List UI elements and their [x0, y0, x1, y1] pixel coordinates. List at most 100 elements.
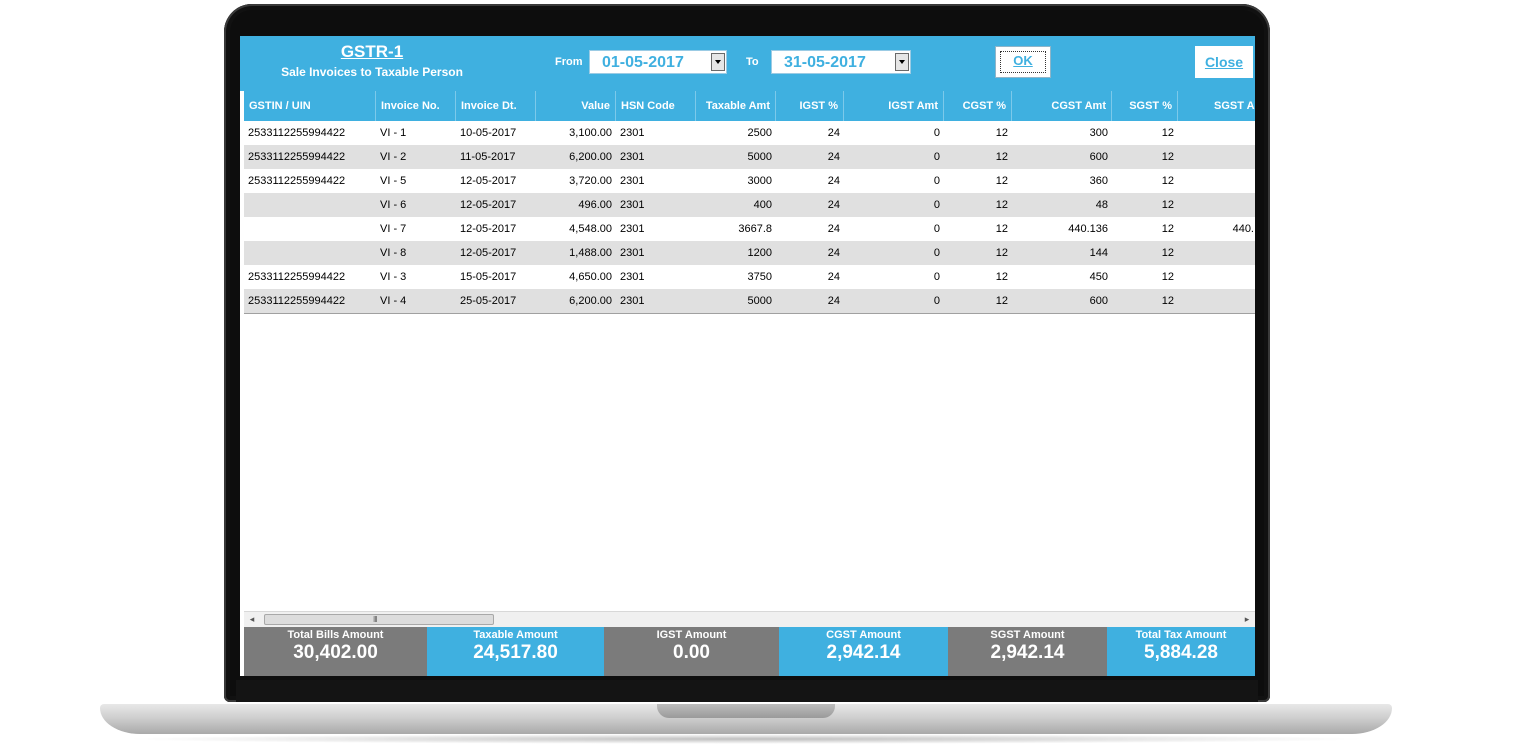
- table-row[interactable]: VI - 7 12-05-2017 4,548.00 2301 3667.8 24 0 12 4…: [244, 217, 1255, 241]
- cell-igst-amt: 0: [933, 271, 940, 283]
- cell-cgst-pct: 12: [995, 295, 1008, 307]
- cell-sgst-amt: [1178, 145, 1255, 169]
- cell-invoice-date: 11-05-2017: [460, 151, 516, 163]
- cell-sgst-amt: [1178, 121, 1255, 145]
- cell-igst-amt: 0: [933, 175, 940, 187]
- cell-taxable-amt: 1200: [747, 247, 772, 259]
- cell-hsn: 2301: [620, 223, 645, 235]
- from-date-picker[interactable]: 01-05-2017: [589, 50, 727, 74]
- cell-value: 6,200.00: [569, 151, 612, 163]
- cell-invoice-date: 25-05-2017: [460, 295, 517, 307]
- close-button[interactable]: Close: [1195, 46, 1253, 78]
- cell-value: 3,720.00: [569, 175, 612, 187]
- cell-sgst-pct: 12: [1161, 247, 1174, 259]
- total-label: IGST Amount: [656, 629, 727, 641]
- col-header-taxable-amt[interactable]: Taxable Amt: [696, 91, 776, 121]
- table-row[interactable]: VI - 6 12-05-2017 496.00 2301 400 24 0 12 48 12: [244, 193, 1255, 217]
- cell-gstin: 2533112255994422: [248, 295, 346, 307]
- col-header-cgst-amt[interactable]: CGST Amt: [1012, 91, 1112, 121]
- igst-amount: IGST Amount 0.00: [604, 627, 779, 676]
- cell-invoice-date: 10-05-2017: [460, 127, 517, 139]
- cell-cgst-amt: 440.136: [1068, 223, 1108, 235]
- cell-igst-amt: 0: [933, 151, 940, 163]
- table-bottom-border: [244, 313, 1255, 314]
- laptop-shadow: [120, 734, 1372, 744]
- cell-gstin: [244, 241, 376, 265]
- cell-taxable-amt: 3000: [747, 175, 772, 187]
- cell-invoice-no: VI - 3: [380, 271, 407, 283]
- cell-gstin: 2533112255994422: [248, 151, 346, 163]
- table-row[interactable]: 2533112255994422 VI - 4 25-05-2017 6,200.00…: [244, 289, 1255, 313]
- from-label: From: [555, 56, 583, 68]
- horizontal-scrollbar[interactable]: ◂ III ▸: [244, 611, 1255, 627]
- cell-hsn: 2301: [620, 199, 645, 211]
- total-value: 24,517.80: [473, 642, 558, 663]
- cell-igst-amt: 0: [933, 223, 940, 235]
- cgst-amount: CGST Amount 2,942.14: [779, 627, 948, 676]
- to-date-picker[interactable]: 31-05-2017: [771, 50, 911, 74]
- cell-sgst-amt: [1178, 169, 1255, 193]
- col-header-igst-pct[interactable]: IGST %: [776, 91, 844, 121]
- cell-igst-pct: 24: [827, 223, 840, 235]
- totals-bar: Total Bills Amount 30,402.00 Taxable Amo…: [244, 627, 1255, 676]
- cell-hsn: 2301: [620, 271, 645, 283]
- cell-taxable-amt: 2500: [747, 127, 772, 139]
- cell-sgst-pct: 12: [1161, 295, 1174, 307]
- cell-hsn: 2301: [620, 175, 645, 187]
- cell-invoice-date: 12-05-2017: [460, 247, 517, 259]
- table-row[interactable]: 2533112255994422 VI - 3 15-05-2017 4,650.00…: [244, 265, 1255, 289]
- col-header-sgst-pct[interactable]: SGST %: [1112, 91, 1178, 121]
- cell-cgst-pct: 12: [995, 199, 1008, 211]
- cell-invoice-no: VI - 7: [380, 223, 407, 235]
- table-row[interactable]: VI - 8 12-05-2017 1,488.00 2301 1200 24 0 12 144…: [244, 241, 1255, 265]
- ok-button[interactable]: OK: [995, 46, 1051, 78]
- cell-cgst-amt: 600: [1089, 151, 1108, 163]
- to-date-value: 31-05-2017: [784, 54, 866, 71]
- cell-hsn: 2301: [620, 127, 645, 139]
- cell-invoice-date: 12-05-2017: [460, 175, 517, 187]
- chevron-down-icon[interactable]: [895, 53, 909, 71]
- col-header-invoice-no[interactable]: Invoice No.: [376, 91, 456, 121]
- scrollbar-thumb[interactable]: III: [264, 614, 494, 625]
- cell-cgst-pct: 12: [995, 127, 1008, 139]
- table-row[interactable]: 2533112255994422 VI - 1 10-05-2017 3,100.00…: [244, 121, 1255, 145]
- cell-cgst-amt: 144: [1089, 247, 1108, 259]
- cell-cgst-pct: 12: [995, 271, 1008, 283]
- focus-ring: [1000, 51, 1046, 73]
- chevron-down-icon[interactable]: [711, 53, 725, 71]
- col-header-gstin[interactable]: GSTIN / UIN: [244, 91, 376, 121]
- table-row[interactable]: 2533112255994422 VI - 2 11-05-2017 6,200.00…: [244, 145, 1255, 169]
- col-header-value[interactable]: Value: [536, 91, 616, 121]
- cell-invoice-no: VI - 2: [380, 151, 407, 163]
- cell-sgst-pct: 12: [1161, 223, 1174, 235]
- cell-invoice-no: VI - 1: [380, 127, 407, 139]
- from-date-value: 01-05-2017: [602, 54, 684, 71]
- cell-invoice-no: VI - 8: [380, 247, 407, 259]
- cell-sgst-pct: 12: [1161, 127, 1174, 139]
- scroll-right-arrow-icon[interactable]: ▸: [1239, 612, 1255, 627]
- cell-cgst-pct: 12: [995, 151, 1008, 163]
- col-header-sgst-amt[interactable]: SGST Amt: [1178, 91, 1255, 121]
- total-value: 5,884.28: [1144, 642, 1218, 663]
- cell-taxable-amt: 5000: [747, 151, 772, 163]
- grip-icon: III: [373, 615, 378, 624]
- col-header-invoice-date[interactable]: Invoice Dt.: [456, 91, 536, 121]
- cell-igst-amt: 0: [933, 295, 940, 307]
- cell-value: 1,488.00: [569, 247, 612, 259]
- cell-cgst-pct: 12: [995, 247, 1008, 259]
- col-header-igst-amt[interactable]: IGST Amt: [844, 91, 944, 121]
- col-header-cgst-pct[interactable]: CGST %: [944, 91, 1012, 121]
- cell-invoice-date: 15-05-2017: [460, 271, 517, 283]
- cell-taxable-amt: 400: [753, 199, 772, 211]
- cell-cgst-amt: 450: [1089, 271, 1108, 283]
- total-value: 2,942.14: [826, 642, 901, 663]
- table-row[interactable]: 2533112255994422 VI - 5 12-05-2017 3,720.00…: [244, 169, 1255, 193]
- col-header-hsn[interactable]: HSN Code: [616, 91, 696, 121]
- cell-sgst-amt: [1178, 265, 1255, 289]
- total-label: SGST Amount: [990, 629, 1065, 641]
- cell-invoice-no: VI - 6: [380, 199, 407, 211]
- cell-gstin: 2533112255994422: [248, 271, 346, 283]
- table-header: GSTIN / UIN Invoice No. Invoice Dt. Valu…: [244, 91, 1255, 121]
- cell-cgst-pct: 12: [995, 223, 1008, 235]
- scroll-left-arrow-icon[interactable]: ◂: [244, 612, 260, 627]
